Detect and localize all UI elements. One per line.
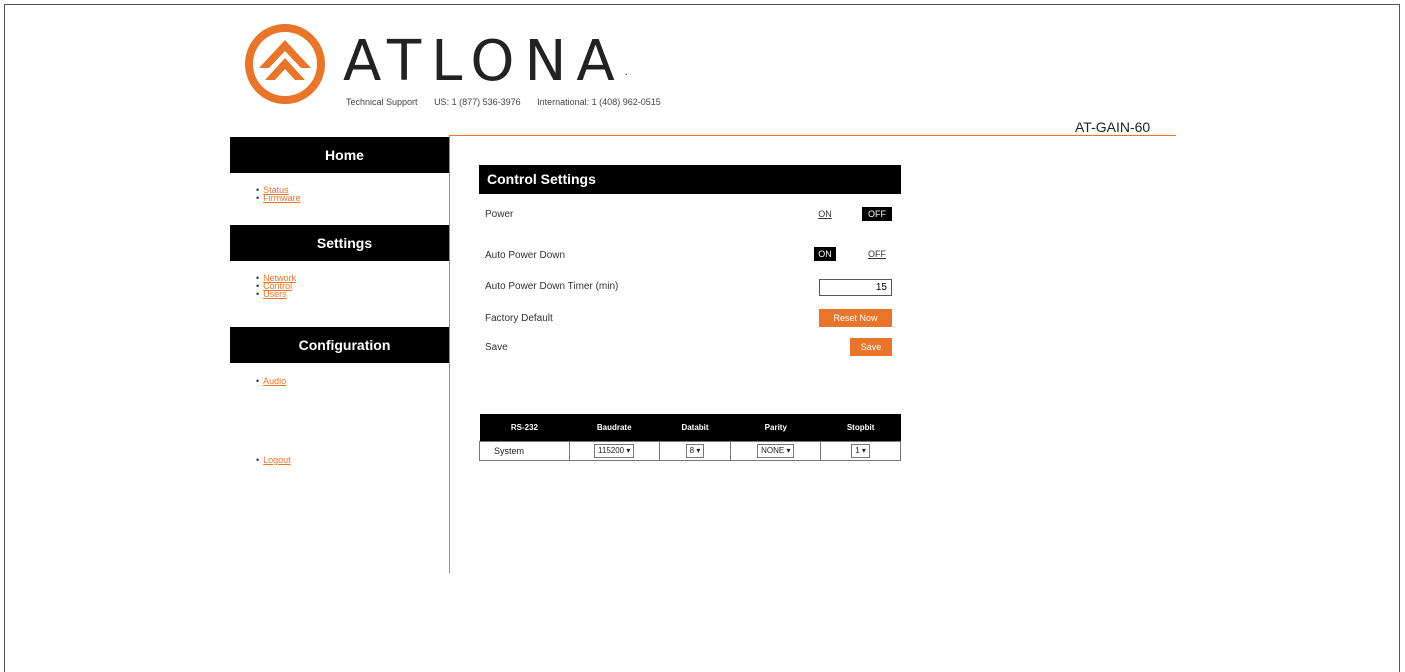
auto-power-down-off-toggle[interactable]: OFF (862, 247, 892, 261)
timer-input[interactable] (819, 279, 892, 296)
sidebar-divider (449, 135, 450, 573)
sidebar-configuration-header: Configuration (230, 327, 449, 363)
table-header-parity: Parity (730, 414, 821, 442)
databit-select[interactable]: 8 ▾ (685, 444, 705, 458)
table-header-databit: Databit (659, 414, 731, 442)
power-off-toggle[interactable]: OFF (862, 207, 892, 221)
table-header-rs232: RS-232 (479, 414, 570, 442)
factory-default-label: Factory Default (485, 313, 553, 324)
power-on-toggle[interactable]: ON (814, 207, 836, 221)
atlona-logo-icon (245, 24, 325, 104)
sidebar-item-audio[interactable]: • Audio (256, 377, 286, 386)
sidebar-home-list: • Status • Firmware (256, 186, 301, 203)
brand-wordmark: ATLONA. (343, 29, 628, 94)
sidebar-logout-list: • Logout (256, 456, 291, 465)
auto-power-down-label: Auto Power Down (485, 250, 566, 261)
support-intl-phone: International: 1 (408) 962-0515 (537, 97, 661, 107)
logout-link[interactable]: • Logout (256, 456, 291, 465)
power-label: Power (485, 209, 514, 220)
sidebar-item-users[interactable]: • Users (256, 290, 296, 299)
control-settings-header: Control Settings (479, 165, 901, 194)
serial-settings-table: RS-232 Baudrate Databit Parity Stopbit S… (479, 414, 901, 461)
sidebar-home-header: Home (230, 137, 449, 173)
sidebar-settings-header: Settings (230, 225, 449, 261)
table-header-stopbit: Stopbit (820, 414, 901, 442)
auto-power-down-on-toggle[interactable]: ON (814, 247, 836, 261)
row-name: System (479, 441, 570, 461)
timer-label: Auto Power Down Timer (min) (485, 281, 619, 292)
parity-cell: NONE ▾ (730, 441, 822, 461)
reset-now-button[interactable]: Reset Now (819, 309, 892, 327)
stopbit-select[interactable]: 1 ▾ (851, 444, 870, 458)
support-label: Technical Support (346, 97, 418, 107)
table-header-baudrate: Baudrate (569, 414, 660, 442)
parity-select[interactable]: NONE ▾ (757, 444, 795, 458)
stopbit-cell: 1 ▾ (820, 441, 901, 461)
databit-cell: 8 ▾ (658, 441, 732, 461)
header-divider (449, 135, 1176, 136)
sidebar-configuration-list: • Audio (256, 377, 286, 386)
device-model: AT-GAIN-60 (1075, 119, 1151, 135)
support-info: Technical Support US: 1 (877) 536-3976 I… (346, 97, 675, 107)
page-frame (4, 4, 1400, 672)
baudrate-cell: 115200 ▾ (568, 441, 660, 461)
baudrate-select[interactable]: 115200 ▾ (594, 444, 635, 458)
sidebar-settings-list: • Network • Control • Users (256, 274, 296, 299)
save-button[interactable]: Save (850, 338, 892, 356)
table-row: System 115200 ▾ 8 ▾ NONE ▾ 1 ▾ (479, 441, 901, 461)
sidebar-item-firmware[interactable]: • Firmware (256, 194, 301, 203)
save-label: Save (485, 342, 508, 353)
support-us-phone: US: 1 (877) 536-3976 (434, 97, 521, 107)
